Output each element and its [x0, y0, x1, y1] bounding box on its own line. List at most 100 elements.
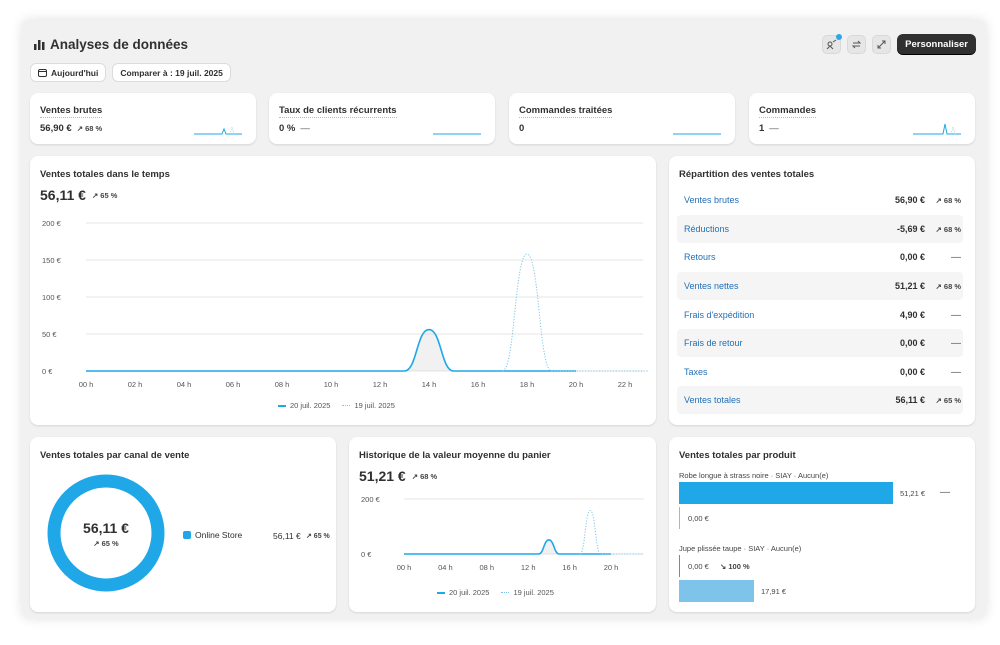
date-range-label: Aujourd'hui: [51, 67, 99, 78]
product-previous-value: 17,91 €: [761, 587, 787, 596]
refresh-icon: [851, 40, 862, 48]
x-tick-label: 20 h: [569, 380, 584, 389]
kpi-card-gross-sales[interactable]: Ventes brutes 56,90 € ↗ 68 %: [30, 93, 256, 144]
date-range-button[interactable]: Aujourd'hui: [30, 63, 107, 82]
refresh-button[interactable]: [847, 34, 867, 54]
breakdown-link[interactable]: Taxes: [677, 367, 865, 377]
breakdown-link[interactable]: Ventes brutes: [677, 195, 865, 205]
x-tick-label: 14 h: [422, 380, 437, 389]
breakdown-link[interactable]: Frais d'expédition: [677, 310, 865, 320]
breakdown-row: Frais d'expédition 4,90 € —: [677, 301, 963, 329]
y-tick-label: 0 €: [361, 550, 372, 559]
x-tick-label: 22 h: [618, 380, 633, 389]
breakdown-value: 56,11 €: [895, 395, 925, 405]
x-tick-label: 16 h: [562, 563, 577, 572]
x-tick-label: 04 h: [177, 380, 192, 389]
breakdown-row: Taxes 0,00 € —: [677, 358, 963, 386]
card-title: Historique de la valeur moyenne du panie…: [359, 450, 551, 461]
card-title: Ventes totales par canal de vente: [40, 450, 190, 461]
kpi-card-fulfilled-orders[interactable]: Commandes traitées 0: [509, 93, 735, 144]
breakdown-value: 56,90 €: [894, 195, 925, 205]
y-tick-label: 200 €: [42, 219, 62, 228]
live-icon: [826, 39, 837, 49]
sales-by-channel-card: Ventes totales par canal de vente 56,11 …: [30, 437, 336, 612]
big-change: ↗ 68 %: [411, 471, 438, 481]
x-tick-label: 08 h: [275, 380, 290, 389]
kpi-title: Commandes traitées: [519, 105, 613, 118]
chart-icon: [34, 40, 45, 50]
breakdown-row: Réductions -5,69 € ↗ 68 %: [677, 215, 963, 243]
x-tick-label: 16 h: [471, 380, 486, 389]
legend-previous: 19 juil. 2025: [501, 588, 554, 597]
legend-current: 20 juil. 2025: [437, 588, 489, 597]
calendar-icon: [38, 69, 47, 77]
breakdown-row: Ventes brutes 56,90 € ↗ 68 %: [677, 186, 963, 214]
compare-button[interactable]: Comparer à : 19 juil. 2025: [112, 63, 231, 82]
kpi-card-orders[interactable]: Commandes 1 —: [749, 93, 975, 144]
y-tick-label: 0 €: [42, 367, 53, 376]
breakdown-value: 0,00 €: [899, 252, 925, 262]
date-filters: Aujourd'hui Comparer à : 19 juil. 2025: [30, 63, 231, 82]
breakdown-value: 4,90 €: [899, 310, 925, 320]
x-tick-label: 04 h: [438, 563, 453, 572]
breakdown-change: —: [951, 337, 961, 349]
donut-center-value: 56,11 €: [83, 520, 129, 536]
breakdown-change: ↗ 65 %: [935, 395, 961, 405]
series-line-current: [404, 539, 611, 555]
breakdown-row: Frais de retour 0,00 € —: [677, 329, 963, 357]
breakdown-link[interactable]: Ventes totales: [677, 395, 865, 405]
breakdown-change: ↗ 68 %: [935, 281, 961, 291]
breakdown-value: -5,69 €: [896, 224, 925, 234]
y-tick-label: 50 €: [42, 330, 57, 339]
breakdown-link[interactable]: Réductions: [677, 224, 865, 234]
product-bar-current[interactable]: [679, 482, 893, 504]
y-tick-label: 150 €: [42, 256, 62, 265]
kpi-sparkline: [433, 133, 481, 135]
product-current-change: ↘ 100 %: [720, 562, 750, 571]
card-title: Ventes totales par produit: [679, 450, 796, 461]
breakdown-change: —: [951, 309, 961, 321]
x-tick-label: 02 h: [128, 380, 143, 389]
y-tick-label: 100 €: [42, 293, 62, 302]
product-bar-current[interactable]: [679, 555, 680, 577]
breakdown-link[interactable]: Frais de retour: [677, 338, 865, 348]
x-tick-label: 00 h: [397, 563, 412, 572]
breakdown-change: —: [951, 366, 961, 378]
series-area: [86, 329, 576, 371]
kpi-card-returning-rate[interactable]: Taux de clients récurrents 0 % —: [269, 93, 495, 144]
x-tick-label: 06 h: [226, 380, 241, 389]
sales-line-chart: 0 € 50 € 100 € 150 € 200 € 00 h 02 h 04 h 06 h 08…: [42, 219, 650, 389]
legend-swatch: [183, 531, 191, 539]
breakdown-value: 0,00 €: [899, 367, 925, 377]
big-change: ↗ 65 %: [91, 190, 118, 200]
channel-change: ↗ 65 %: [306, 533, 330, 540]
expand-icon: [877, 40, 886, 48]
breakdown-row: Ventes totales 56,11 € ↗ 65 %: [677, 386, 963, 414]
sales-breakdown-card: Répartition des ventes totales Ventes br…: [669, 156, 975, 425]
product-bar-previous[interactable]: [679, 507, 680, 529]
analytics-window: Analyses de données Personnaliser Aujour…: [22, 20, 986, 618]
breakdown-change: —: [951, 251, 961, 263]
channel-legend-item: Online Store: [183, 530, 242, 540]
channel-value: 56,11 €: [273, 531, 301, 541]
product-bar-previous[interactable]: [679, 580, 754, 602]
customize-button[interactable]: Personnaliser: [897, 34, 976, 54]
chart-legend: 20 juil. 2025 19 juil. 2025: [278, 401, 395, 410]
x-tick-label: 20 h: [604, 563, 619, 572]
series-line-previous: [502, 253, 650, 372]
series-line-previous: [579, 510, 643, 555]
kpi-value: 56,90 €: [40, 123, 72, 134]
breakdown-link[interactable]: Ventes nettes: [677, 281, 865, 291]
kpi-value: 0 %: [279, 123, 296, 134]
kpi-title: Commandes: [759, 105, 817, 118]
product-name: Jupe plissée taupe · SIAY · Aucun(e): [679, 544, 802, 553]
product-previous-value: 0,00 €: [688, 514, 709, 523]
x-tick-label: 18 h: [520, 380, 535, 389]
sales-over-time-card: Ventes totales dans le temps 56,11 € ↗ 65…: [30, 156, 656, 425]
breakdown-link[interactable]: Retours: [677, 252, 865, 262]
breakdown-value: 0,00 €: [899, 338, 925, 348]
channel-name: Online Store: [195, 530, 243, 540]
fullscreen-button[interactable]: [872, 34, 892, 54]
live-view-button[interactable]: [822, 33, 843, 54]
breakdown-row: Retours 0,00 € —: [677, 243, 963, 271]
